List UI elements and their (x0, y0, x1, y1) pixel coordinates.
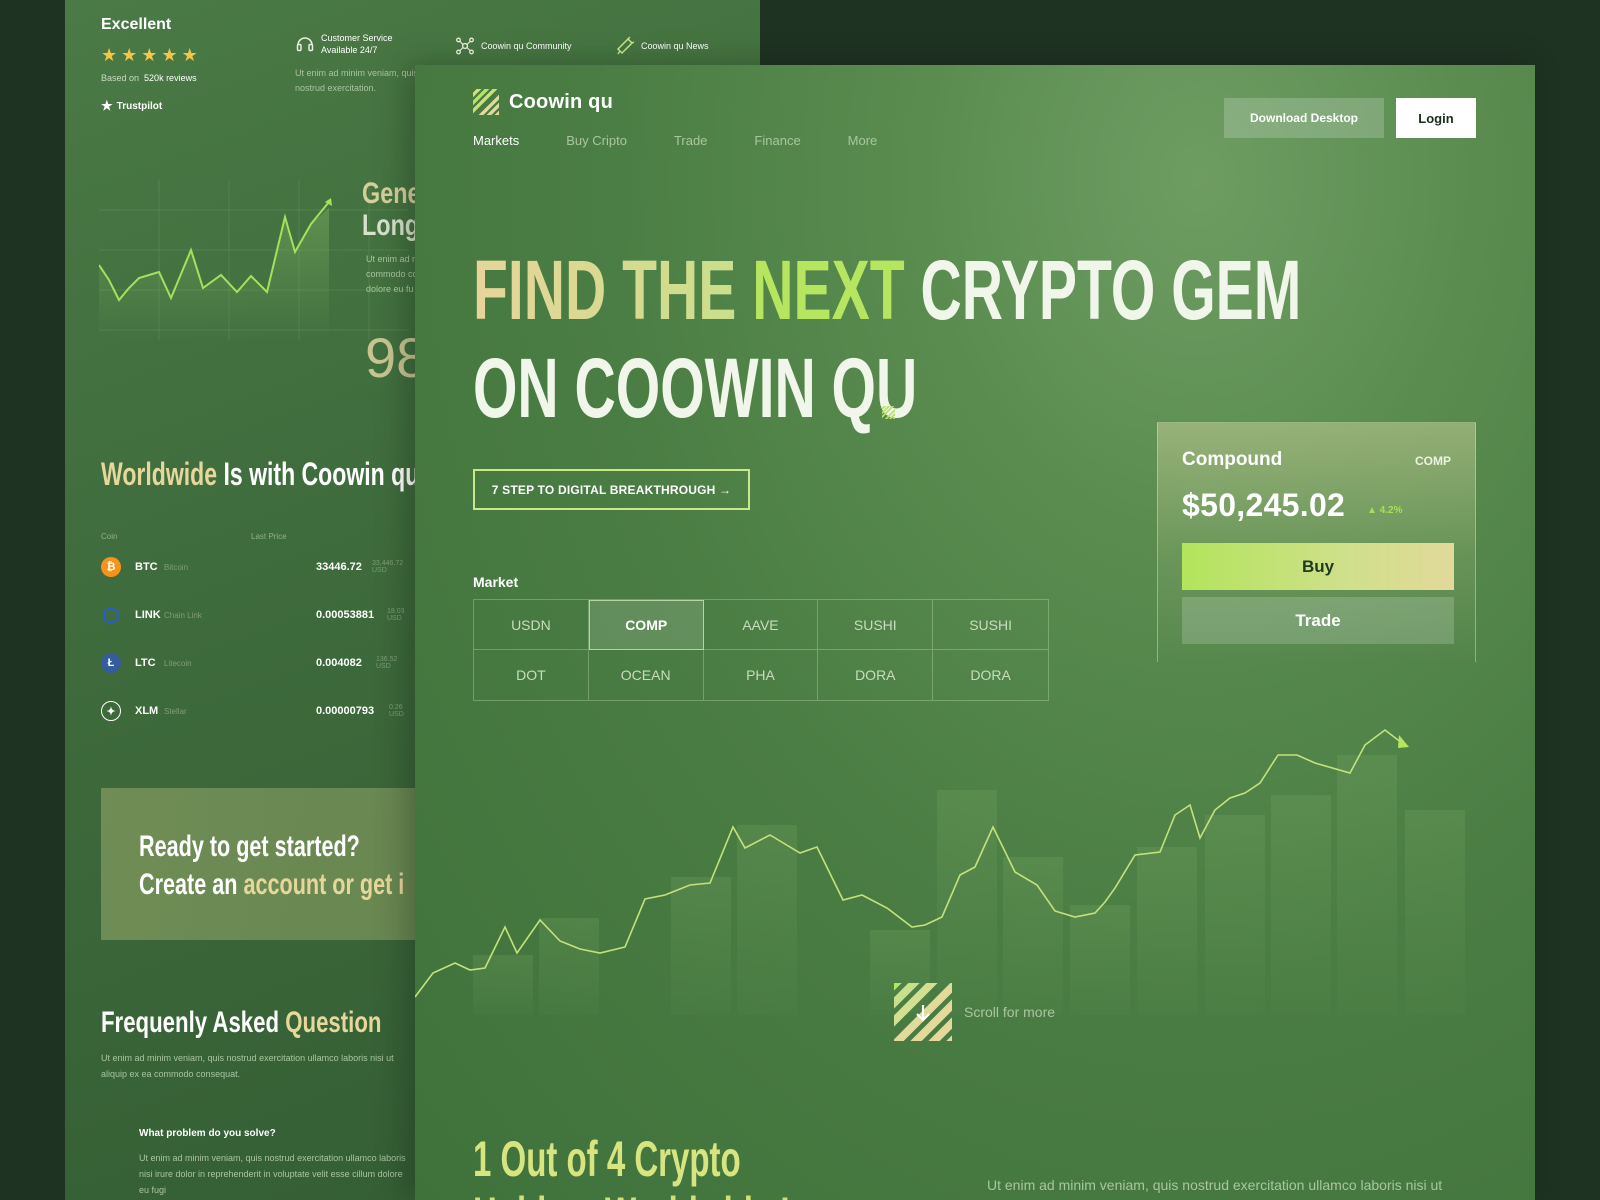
brand-name: Coowin qu (509, 90, 613, 113)
brand-stripes-icon (473, 89, 499, 115)
hero-stripes-icon (882, 406, 895, 419)
faq-description: Ut enim ad minim veniam, quis nostrud ex… (101, 1053, 394, 1079)
cta-heading: Ready to get started? Create an account … (139, 830, 405, 901)
main-landing-page: Coowin qu Markets Buy Cripto Trade Finan… (415, 65, 1535, 1200)
star-icon: ★ (101, 45, 118, 65)
volume-bar (737, 825, 797, 1015)
nav-more[interactable]: More (848, 133, 878, 148)
coin-row-link[interactable]: ⬡ LINK Chain Link 0.00053881 18.03 USD (101, 603, 404, 627)
bitcoin-icon: ₿ (101, 557, 121, 577)
volume-bar (539, 918, 599, 1015)
volume-bar (1337, 755, 1397, 1015)
price-change-badge: ▲ 4.2% (1367, 505, 1403, 516)
volume-bar (1137, 847, 1197, 1015)
star-icon: ★ (181, 45, 198, 65)
feature-customer-service[interactable]: Customer Service Available 24/7 (295, 32, 393, 56)
section-heading-partial: Gene Long (362, 177, 421, 242)
asset-trade-card: Compound COMP $50,245.02 ▲ 4.2% Buy Trad… (1157, 422, 1476, 662)
digital-breakthrough-button[interactable]: 7 STEP TO DIGITAL BREAKTHROUGH → (473, 469, 750, 510)
headset-icon (296, 37, 314, 52)
stellar-icon: ✦ (101, 701, 121, 721)
litecoin-icon: Ł (101, 653, 121, 673)
scroll-down-icon (894, 983, 952, 1041)
volume-bar (671, 877, 731, 1015)
feature-description: Ut enim ad minim veniam, quis nostrud ex… (295, 68, 419, 93)
coin-row-xlm[interactable]: ✦ XLM Stellar 0.00000793 0.26 USD (101, 699, 404, 723)
faq-heading: Frequenly Asked Question (101, 1006, 382, 1039)
star-icon: ★ (121, 45, 138, 65)
rating-title: Excellent (101, 16, 172, 33)
scroll-label: Scroll for more (964, 1004, 1056, 1020)
trade-button[interactable]: Trade (1182, 597, 1454, 644)
nav-buy-crypto[interactable]: Buy Cripto (566, 133, 627, 148)
stat-heading: 1 Out of 4 Crypto Holders Worldwide Is (473, 1131, 808, 1200)
feature-news[interactable]: Coowin qu News (615, 36, 709, 56)
asset-name: Compound (1182, 449, 1283, 470)
volume-bar (1271, 795, 1331, 1015)
volume-bar (1205, 815, 1265, 1015)
star-icon: ★ (161, 45, 178, 65)
megaphone-icon (616, 36, 635, 55)
coin-column-header: Coin (101, 532, 118, 541)
faq-answer: Ut enim ad minim veniam, quis nostrud ex… (139, 1153, 406, 1195)
volume-bars (473, 755, 1465, 1015)
coin-row-ltc[interactable]: Ł LTC Litecoin 0.004082 136.52 USD (101, 651, 401, 675)
price-column-header: Last Price (251, 532, 287, 541)
worldwide-heading: Worldwide Is with Coowin qu (101, 456, 420, 492)
login-button[interactable]: Login (1396, 98, 1476, 138)
buy-button[interactable]: Buy (1182, 543, 1454, 590)
stat-description: Ut enim ad minim veniam, quis nostrud ex… (987, 1177, 1443, 1193)
volume-bar (473, 955, 533, 1015)
volume-bar (1070, 905, 1130, 1015)
nav-trade[interactable]: Trade (674, 133, 707, 148)
trustpilot-star-icon: ★ (101, 98, 113, 113)
rating-stars: ★ ★ ★ ★ ★ (101, 46, 198, 64)
brand-logo[interactable]: Coowin qu (473, 89, 613, 115)
asset-price: $50,245.02 (1182, 487, 1346, 523)
nav-finance[interactable]: Finance (754, 133, 800, 148)
price-line-arrow (1398, 735, 1409, 748)
nav-markets[interactable]: Markets (473, 133, 519, 148)
volume-bar (1405, 810, 1465, 1015)
trustpilot-badge[interactable]: ★ Trustpilot (101, 98, 162, 114)
mini-chart-area (99, 208, 329, 340)
download-desktop-button[interactable]: Download Desktop (1224, 98, 1384, 138)
volume-bar (937, 790, 997, 1015)
main-nav: Markets Buy Cripto Trade Finance More (473, 133, 877, 148)
chainlink-icon: ⬡ (102, 604, 120, 627)
asset-symbol: COMP (1415, 454, 1451, 468)
feature-community[interactable]: Coowin qu Community (455, 36, 572, 56)
community-icon (456, 37, 474, 55)
review-count: Based on 520k reviews (101, 73, 197, 83)
star-icon: ★ (141, 45, 158, 65)
faq-question[interactable]: What problem do you solve? (139, 1128, 276, 1139)
coin-row-btc[interactable]: ₿ BTC Bitcoin 33446.72 33,446.72 USD (101, 555, 403, 579)
scroll-indicator[interactable]: Scroll for more (894, 983, 1055, 1041)
